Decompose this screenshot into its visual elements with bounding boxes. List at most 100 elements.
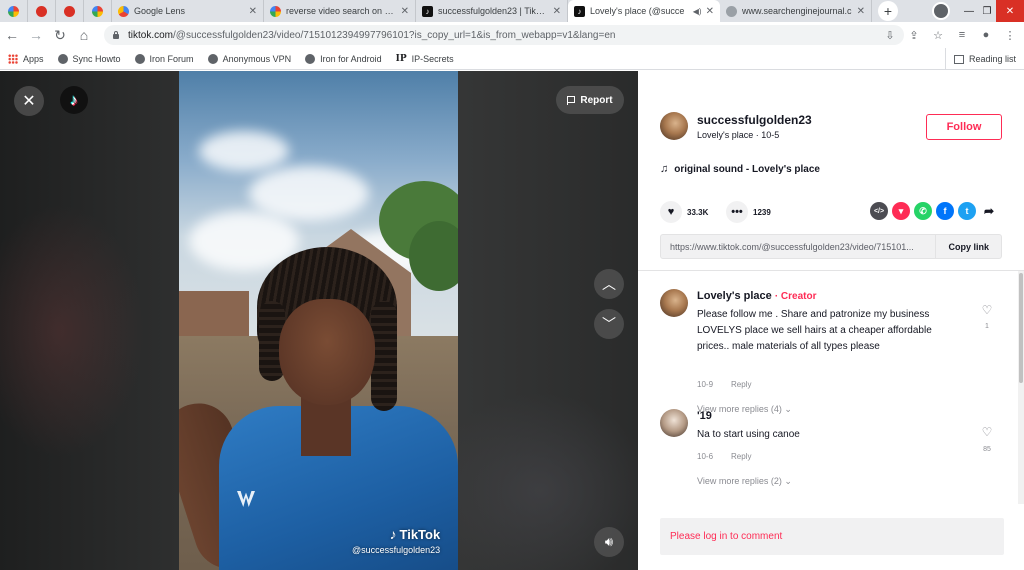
close-tab-icon[interactable]: ✕ xyxy=(249,6,257,17)
tiktok-watermark: ♪ TikTok @successfulgolden23 xyxy=(352,526,440,555)
ip-logo-icon: IP xyxy=(395,53,407,64)
volume-button[interactable]: 🔊︎ xyxy=(594,527,624,557)
tiktok-logo-icon[interactable]: ♪ xyxy=(60,86,88,114)
bookmark-iron-forum[interactable]: Iron Forum xyxy=(134,53,194,64)
heart-icon[interactable]: ♥ xyxy=(660,201,682,223)
next-video-button[interactable]: ﹀ xyxy=(594,309,624,339)
install-app-icon[interactable]: ⇩ xyxy=(880,29,900,42)
tab-lovelys-place[interactable]: ♪ Lovely's place (@succe ◀) ✕ xyxy=(568,0,720,22)
home-icon[interactable]: ⌂ xyxy=(72,23,96,47)
twitter-icon[interactable]: t xyxy=(958,202,976,220)
account-icon[interactable]: ● xyxy=(976,29,996,41)
tab-tiktok-profile[interactable]: ♪ successfulgolden23 | TikTok ✕ xyxy=(416,0,568,22)
reload-icon[interactable]: ↻ xyxy=(48,23,72,47)
close-video-button[interactable]: ✕ xyxy=(14,86,44,116)
login-to-comment-prompt[interactable]: Please log in to comment xyxy=(660,518,1004,555)
previous-video-button[interactable]: ︿ xyxy=(594,269,624,299)
post-details-panel: successfulgolden23 Lovely's place · 10-5… xyxy=(638,71,1024,570)
share-page-icon[interactable]: ⇪ xyxy=(904,29,924,42)
menu-kebab-icon[interactable]: ⋮ xyxy=(1000,29,1020,42)
tab-google-lens[interactable]: Google Lens ✕ xyxy=(112,0,264,22)
tab-red-2[interactable] xyxy=(56,0,84,22)
close-tab-icon[interactable]: ✕ xyxy=(553,6,561,17)
address-bar[interactable]: tiktok.com/@successfulgolden23/video/715… xyxy=(104,25,904,45)
author-avatar[interactable] xyxy=(660,112,688,140)
close-tab-icon[interactable]: ✕ xyxy=(401,6,409,17)
reading-list-button[interactable]: Reading list xyxy=(944,48,1016,70)
video-frame[interactable]: ♪ TikTok @successfulgolden23 xyxy=(179,71,458,570)
bookmark-sync-howto[interactable]: Sync Howto xyxy=(57,53,121,64)
comment-bubble-icon[interactable]: ••• xyxy=(726,201,748,223)
tab-title: www.searchenginejournal.c xyxy=(742,6,852,16)
facebook-icon[interactable]: f xyxy=(936,202,954,220)
comment-date: 10-9 xyxy=(697,380,714,389)
globe-icon xyxy=(57,53,68,64)
like-stat[interactable]: ♥ 33.3K xyxy=(660,201,708,223)
copy-link-button[interactable]: Copy link xyxy=(935,235,1001,258)
reply-button[interactable]: Reply xyxy=(731,380,751,389)
music-note-icon: ♫ xyxy=(660,163,669,175)
url-path: /@successfulgolden23/video/7151012394997… xyxy=(173,29,616,41)
forward-arrow-icon[interactable]: → xyxy=(24,23,48,47)
comment-like-icon[interactable]: ♡ xyxy=(980,303,994,317)
back-arrow-icon[interactable]: ← xyxy=(0,23,24,47)
globe-icon xyxy=(134,53,145,64)
view-more-replies[interactable]: View more replies (2) ⌄ xyxy=(697,476,792,487)
browser-tab-strip: Google Lens ✕ reverse video search on go… xyxy=(0,0,1024,22)
bookmark-label: Sync Howto xyxy=(72,53,121,64)
commenter-avatar[interactable] xyxy=(660,409,688,437)
tab-google-2[interactable] xyxy=(84,0,112,22)
tiktok-icon: ♪ xyxy=(574,5,585,17)
close-tab-icon[interactable]: ✕ xyxy=(857,6,865,17)
reading-list-icon xyxy=(953,54,964,64)
send-to-friends-icon[interactable]: ▾ xyxy=(892,202,910,220)
video-link-text[interactable]: https://www.tiktok.com/@successfulgolden… xyxy=(661,242,935,252)
comment-like-count: 85 xyxy=(983,446,991,453)
follow-button[interactable]: Follow xyxy=(926,114,1002,140)
url-text[interactable]: tiktok.com/@successfulgolden23/video/715… xyxy=(128,30,904,41)
minimize-icon[interactable]: — xyxy=(960,0,978,22)
new-tab-button[interactable]: + xyxy=(878,1,898,21)
tab-search-engine-journal[interactable]: www.searchenginejournal.c ✕ xyxy=(720,0,872,22)
comment-like-icon[interactable]: ♡ xyxy=(980,425,994,439)
bookmark-label: IP-Secrets xyxy=(411,53,454,64)
commenter-name-text: '19 xyxy=(697,410,712,422)
window-controls: — ❐ ✕ xyxy=(932,0,1024,22)
commenter-avatar[interactable] xyxy=(660,289,688,317)
tab-reverse-video-search[interactable]: reverse video search on goo ✕ xyxy=(264,0,416,22)
tab-title: Google Lens xyxy=(134,6,186,16)
maximize-icon[interactable]: ❐ xyxy=(978,0,996,22)
sound-link[interactable]: ♫ original sound - Lovely's place xyxy=(660,163,820,175)
close-window-icon[interactable]: ✕ xyxy=(996,0,1024,22)
tiktok-note-icon: ♪ xyxy=(389,526,397,542)
media-control-icon[interactable]: ≡ xyxy=(952,29,972,41)
close-tab-icon[interactable]: ✕ xyxy=(706,6,714,17)
author-username[interactable]: successfulgolden23 xyxy=(697,113,812,127)
whatsapp-icon[interactable]: ✆ xyxy=(914,202,932,220)
comment-scrollbar[interactable] xyxy=(1018,271,1024,504)
bookmark-apps[interactable]: Apps xyxy=(8,53,44,64)
bookmark-iron-for-android[interactable]: Iron for Android xyxy=(305,53,382,64)
report-button[interactable]: Report xyxy=(556,86,624,114)
video-player[interactable]: ♪ TikTok @successfulgolden23 ✕ ♪ Report ︿… xyxy=(0,71,638,570)
scrollbar-thumb[interactable] xyxy=(1019,273,1023,383)
tab-red-1[interactable] xyxy=(28,0,56,22)
embed-icon[interactable]: </> xyxy=(870,202,888,220)
comment-list[interactable]: Lovely's place · Creator Please follow m… xyxy=(638,271,1024,504)
bookmark-star-icon[interactable]: ☆ xyxy=(928,29,948,42)
tab-google-1[interactable] xyxy=(0,0,28,22)
commenter-name[interactable]: Lovely's place · Creator xyxy=(697,290,817,302)
chevron-down-icon: ⌄ xyxy=(784,476,792,486)
red-circle-icon xyxy=(64,5,75,17)
commenter-name[interactable]: '19 xyxy=(697,410,712,422)
lock-icon[interactable] xyxy=(112,31,120,39)
bookmark-ip-secrets[interactable]: IP IP-Secrets xyxy=(396,54,454,64)
share-arrow-icon[interactable]: ➦ xyxy=(980,202,998,220)
comment-stat[interactable]: ••• 1239 xyxy=(726,201,771,223)
url-host: tiktok.com xyxy=(128,29,174,41)
speaker-icon[interactable]: ◀) xyxy=(693,7,702,16)
bookmark-anonymous-vpn[interactable]: Anonymous VPN xyxy=(207,53,291,64)
reply-button[interactable]: Reply xyxy=(731,452,751,461)
profile-icon[interactable] xyxy=(932,2,950,20)
copy-link-box: https://www.tiktok.com/@successfulgolden… xyxy=(660,234,1002,259)
